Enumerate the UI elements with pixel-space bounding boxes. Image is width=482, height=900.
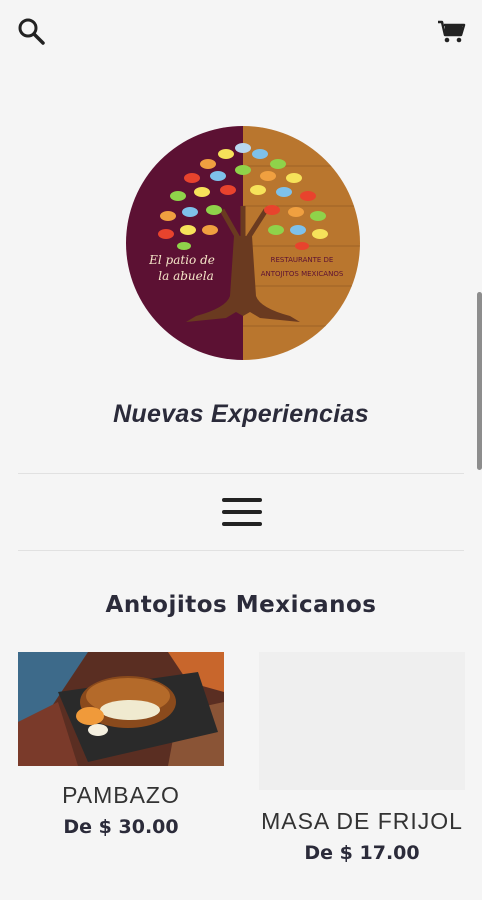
search-icon <box>18 18 45 45</box>
product-card[interactable]: MASA DE FRIJOL De $ 17.00 <box>259 652 465 864</box>
section-title: Antojitos Mexicanos <box>105 592 377 618</box>
product-name[interactable]: MASA DE FRIJOL <box>259 802 465 840</box>
product-image-placeholder[interactable] <box>259 652 465 790</box>
svg-text:la abuela: la abuela <box>158 269 213 283</box>
product-name[interactable]: PAMBAZO <box>18 776 224 814</box>
search-button[interactable] <box>14 14 48 48</box>
product-price: De $ 17.00 <box>304 842 420 864</box>
divider <box>18 473 464 474</box>
product-image[interactable] <box>18 652 224 766</box>
svg-text:El patio de: El patio de <box>148 253 215 267</box>
cart-button[interactable] <box>434 14 468 48</box>
store-logo[interactable]: El patio de la abuela RESTAURANTE DE ANT… <box>126 126 360 360</box>
hamburger-menu-icon[interactable] <box>221 494 263 530</box>
divider <box>18 550 464 551</box>
product-card[interactable]: PAMBAZO De $ 30.00 <box>18 652 224 838</box>
svg-text:ANTOJITOS MEXICANOS: ANTOJITOS MEXICANOS <box>261 270 344 278</box>
product-price: De $ 30.00 <box>63 816 179 838</box>
cart-icon <box>438 20 466 43</box>
scrollbar[interactable] <box>477 292 482 470</box>
store-name: Nuevas Experiencias <box>113 400 369 428</box>
top-bar <box>0 0 482 64</box>
svg-text:RESTAURANTE DE: RESTAURANTE DE <box>271 256 334 264</box>
